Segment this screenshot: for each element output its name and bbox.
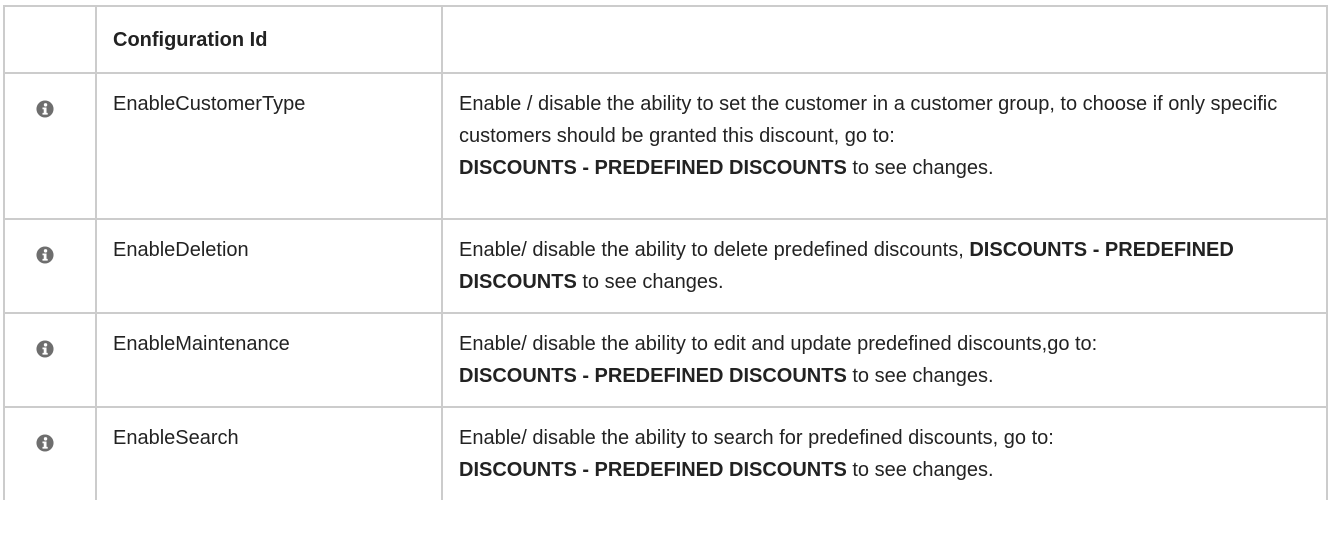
table-header-row: Configuration Id: [3, 5, 1328, 74]
configuration-id: EnableSearch: [95, 406, 443, 500]
row-icon-cell: [3, 218, 97, 314]
configuration-description: Enable/ disable the ability to delete pr…: [441, 218, 1328, 314]
header-configuration-id: Configuration Id: [95, 5, 443, 74]
configuration-id: EnableCustomerType: [95, 72, 443, 220]
configuration-description: Enable/ disable the ability to search fo…: [441, 406, 1328, 500]
configuration-id: EnableDeletion: [95, 218, 443, 314]
configuration-id: EnableMaintenance: [95, 312, 443, 408]
description-text: Enable/ disable the ability to delete pr…: [459, 239, 964, 261]
description-bold-path: DISCOUNTS - PREDEFINED DISCOUNTS: [459, 459, 847, 481]
table-row: EnableCustomerType Enable / disable the …: [3, 72, 1328, 220]
description-text: Enable/ disable the ability to edit and …: [459, 333, 1098, 355]
info-circle-icon[interactable]: [36, 340, 54, 358]
configuration-table: Configuration Id EnableCustomerType Enab…: [3, 5, 1328, 500]
row-icon-cell: [3, 406, 97, 500]
row-icon-cell: [3, 312, 97, 408]
description-suffix: to see changes.: [852, 157, 994, 179]
row-icon-cell: [3, 72, 97, 220]
configuration-description: Enable / disable the ability to set the …: [441, 72, 1328, 220]
table-row: EnableDeletion Enable/ disable the abili…: [3, 218, 1328, 314]
description-suffix: to see changes.: [582, 271, 724, 293]
table-row: EnableSearch Enable/ disable the ability…: [3, 406, 1328, 500]
description-text: Enable / disable the ability to set the …: [459, 93, 1278, 147]
header-description: [441, 5, 1328, 74]
description-bold-path: DISCOUNTS - PREDEFINED DISCOUNTS: [459, 365, 847, 387]
description-bold-path: DISCOUNTS - PREDEFINED DISCOUNTS: [459, 157, 847, 179]
configuration-description: Enable/ disable the ability to edit and …: [441, 312, 1328, 408]
info-circle-icon[interactable]: [36, 434, 54, 452]
table-row: EnableMaintenance Enable/ disable the ab…: [3, 312, 1328, 408]
description-suffix: to see changes.: [852, 459, 994, 481]
info-circle-icon[interactable]: [36, 100, 54, 118]
header-icon-cell: [3, 5, 97, 74]
description-suffix: to see changes.: [852, 365, 994, 387]
info-circle-icon[interactable]: [36, 246, 54, 264]
description-text: Enable/ disable the ability to search fo…: [459, 427, 1054, 449]
